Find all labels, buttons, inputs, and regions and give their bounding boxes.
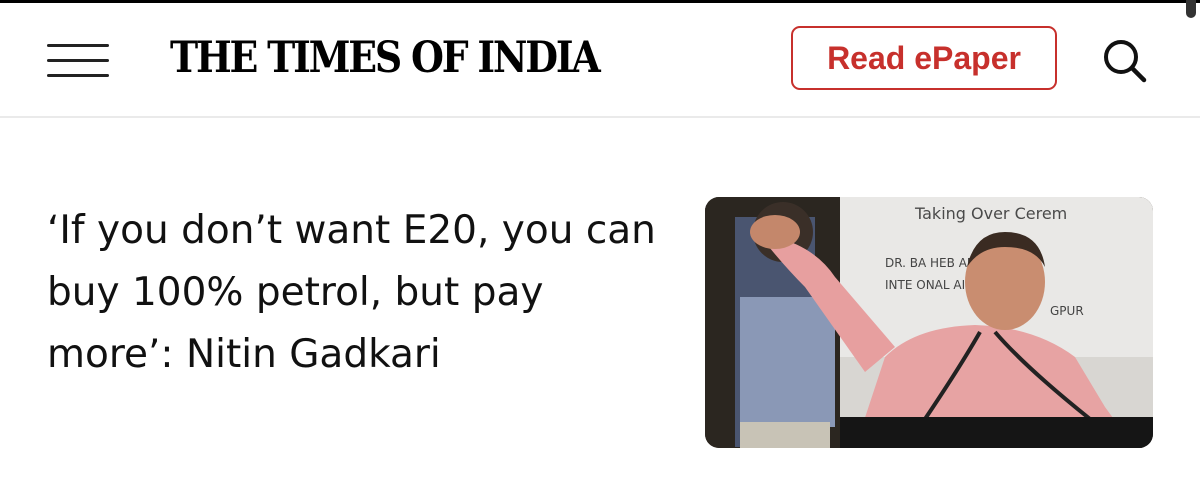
article-thumbnail[interactable]: Taking Over Cerem DR. BA HEB AMBE INTE O… xyxy=(705,197,1153,448)
top-header: THE TIMES OF INDIA Read ePaper xyxy=(0,0,1200,118)
read-epaper-button[interactable]: Read ePaper xyxy=(791,26,1057,90)
top-border xyxy=(0,0,1200,3)
hamburger-menu-icon[interactable] xyxy=(47,44,109,78)
search-icon[interactable] xyxy=(1100,36,1150,86)
scrollbar-handle[interactable] xyxy=(1186,0,1196,18)
sign-text-line: Taking Over Cerem xyxy=(914,204,1067,223)
article-photo: Taking Over Cerem DR. BA HEB AMBE INTE O… xyxy=(705,197,1153,448)
sign-text-line: GPUR xyxy=(1050,304,1084,318)
article-headline[interactable]: ‘If you don’t want E20, you can buy 100%… xyxy=(47,200,657,386)
site-logo[interactable]: THE TIMES OF INDIA xyxy=(170,33,601,83)
